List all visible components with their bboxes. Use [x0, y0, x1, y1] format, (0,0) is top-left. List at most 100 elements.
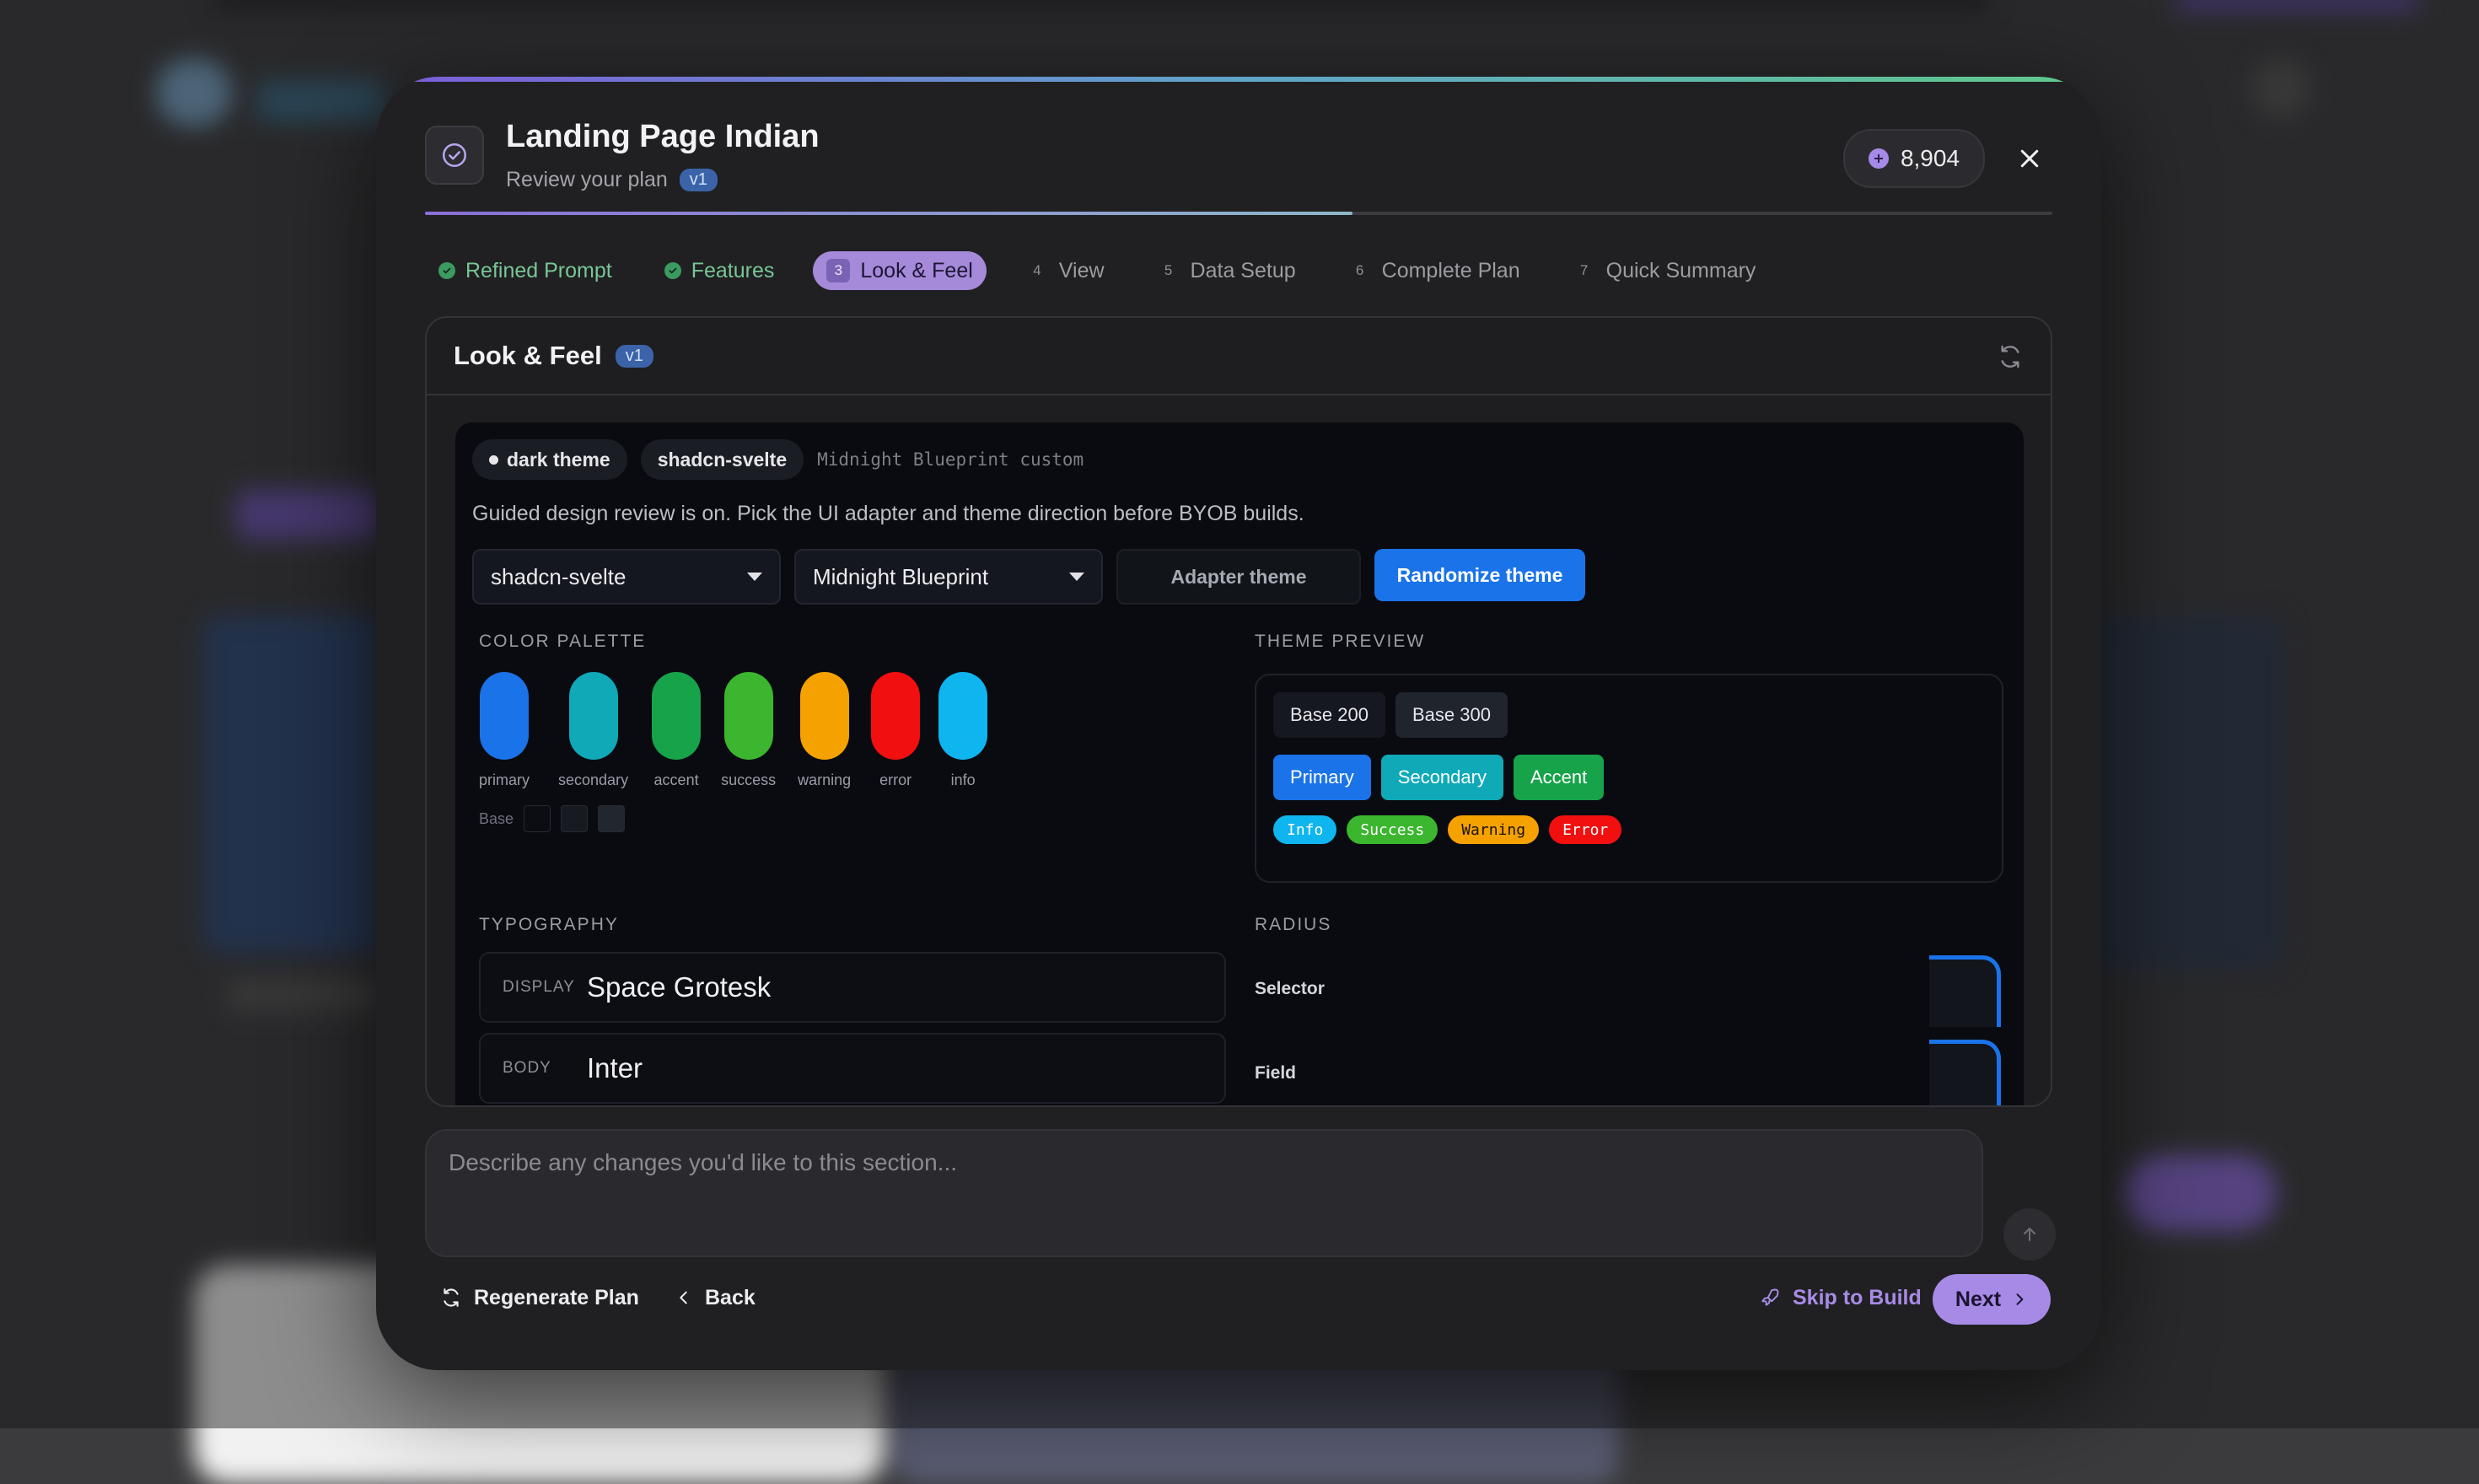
font-name: Space Grotesk — [587, 971, 772, 1003]
swatch-name: success — [721, 772, 777, 788]
credits-value: 8,904 — [1900, 145, 1960, 171]
body-font-row[interactable]: BODY Inter — [479, 1033, 1226, 1104]
next-button[interactable]: Next — [1933, 1274, 2051, 1325]
base-color-swatch[interactable] — [561, 805, 589, 832]
radius-label: RADIUS — [1255, 915, 1332, 934]
close-icon — [2020, 149, 2039, 168]
swatch-primary[interactable]: primary — [479, 672, 530, 789]
step-label: Complete Plan — [1381, 258, 1520, 282]
display-font-row[interactable]: DISPLAY Space Grotesk — [479, 952, 1226, 1023]
swatch-color — [799, 672, 849, 760]
modal-accent-line — [376, 77, 2101, 82]
next-label: Next — [1955, 1287, 2002, 1311]
step-number: 5 — [1164, 262, 1173, 278]
theme-mode-label: dark theme — [507, 448, 610, 470]
radius-field-preview[interactable] — [1929, 1040, 2001, 1105]
swatch-accent[interactable]: accent — [652, 672, 702, 789]
randomize-theme-button[interactable]: Randomize theme — [1374, 549, 1585, 601]
plan-review-modal: Landing Page Indian Review your plan v1 … — [376, 77, 2101, 1370]
check-icon — [438, 262, 455, 279]
skip-to-build-button[interactable]: Skip to Build — [1759, 1272, 1922, 1323]
swatch-secondary[interactable]: secondary — [558, 672, 628, 789]
swatch-error[interactable]: error — [871, 672, 921, 789]
swatch-name: accent — [653, 772, 699, 788]
send-button[interactable] — [2003, 1208, 2056, 1261]
theme-mode-tag: dark theme — [472, 439, 627, 480]
font-name: Inter — [587, 1052, 643, 1083]
skip-label: Skip to Build — [1793, 1285, 1922, 1309]
swatch-color — [568, 672, 618, 760]
modal-title: Landing Page Indian — [506, 119, 820, 154]
regenerate-label: Regenerate Plan — [474, 1285, 639, 1309]
check-icon — [664, 262, 681, 279]
step-tab-3[interactable]: 3 Look & Feel — [813, 251, 987, 290]
step-tab-1[interactable]: Refined Prompt — [425, 251, 626, 290]
close-button[interactable] — [2008, 137, 2051, 180]
preview-info-badge: Info — [1273, 815, 1337, 844]
step-number: 7 — [1579, 262, 1589, 278]
swatch-name: info — [950, 772, 976, 788]
step-tab-5[interactable]: 5 Data Setup — [1143, 251, 1309, 290]
step-progress-fill — [425, 212, 1353, 215]
preview-primary-button[interactable]: Primary — [1273, 755, 1371, 800]
theme-editor: dark theme shadcn-svelte Midnight Bluepr… — [455, 422, 2024, 1105]
step-number: 4 — [1033, 262, 1041, 278]
section-title: Look & Feel — [454, 341, 602, 370]
radius-field-label: Field — [1255, 1063, 1297, 1083]
swatch-name: primary — [479, 772, 530, 788]
plan-check-icon — [425, 126, 484, 185]
adapter-tag-label: shadcn-svelte — [657, 448, 788, 470]
section-version-badge: v1 — [615, 344, 653, 368]
preview-secondary-button[interactable]: Secondary — [1380, 755, 1503, 800]
preview-base-200: Base 200 — [1273, 692, 1385, 738]
chevron-down-icon — [1069, 573, 1084, 581]
step-tab-6[interactable]: 6 Complete Plan — [1335, 251, 1534, 290]
adapter-select-value: shadcn-svelte — [491, 563, 626, 589]
radius-selector-preview[interactable] — [1929, 955, 2001, 1027]
typography-label: TYPOGRAPHY — [479, 915, 619, 934]
step-label: Look & Feel — [860, 258, 973, 282]
dot-icon — [489, 454, 498, 465]
step-label: Features — [691, 258, 775, 282]
swatch-info[interactable]: info — [938, 672, 988, 789]
swatch-color — [723, 672, 773, 760]
step-label: Refined Prompt — [465, 258, 612, 282]
swatch-name: warning — [798, 772, 852, 788]
preview-accent-button[interactable]: Accent — [1513, 755, 1605, 800]
radius-selector-label: Selector — [1255, 979, 1325, 998]
font-kind: BODY — [503, 1059, 551, 1077]
theme-tags: dark theme shadcn-svelte Midnight Bluepr… — [472, 439, 1084, 480]
base-color-swatch[interactable] — [598, 805, 626, 832]
arrow-up-icon — [2024, 1228, 2035, 1241]
swatch-color — [938, 672, 988, 760]
step-tab-2[interactable]: Features — [651, 251, 788, 290]
step-tab-7[interactable]: 7 Quick Summary — [1559, 251, 1770, 290]
step-number: 3 — [826, 259, 851, 282]
color-palette-label: COLOR PALETTE — [479, 632, 647, 651]
swatch-name: error — [879, 772, 912, 788]
refresh-icon — [2001, 345, 2019, 368]
version-badge: v1 — [679, 169, 718, 191]
theme-select[interactable]: Midnight Blueprint — [794, 549, 1103, 605]
swatch-success[interactable]: success — [721, 672, 776, 789]
swatch-color — [652, 672, 702, 760]
rocket-icon — [1761, 1288, 1779, 1306]
change-request-input[interactable]: Describe any changes you'd like to this … — [425, 1129, 1983, 1257]
refresh-section-button[interactable] — [1997, 343, 2024, 370]
regenerate-plan-button[interactable]: Regenerate Plan — [440, 1272, 639, 1323]
preview-warning-badge: Warning — [1448, 815, 1540, 844]
adapter-theme-button[interactable]: Adapter theme — [1116, 549, 1361, 605]
theme-preview-label: THEME PREVIEW — [1255, 632, 1426, 651]
adapter-tag: shadcn-svelte — [640, 439, 804, 480]
back-button[interactable]: Back — [675, 1272, 756, 1323]
refresh-icon — [444, 1288, 459, 1307]
color-palette: primary secondary accent success warning erro… — [479, 672, 988, 789]
base-color-swatch[interactable] — [524, 805, 551, 832]
font-kind: DISPLAY — [503, 978, 575, 996]
swatch-warning[interactable]: warning — [798, 672, 851, 789]
credit-coin-icon — [1868, 148, 1889, 169]
step-label: View — [1058, 258, 1105, 282]
step-label: Data Setup — [1190, 258, 1296, 282]
adapter-select[interactable]: shadcn-svelte — [472, 549, 781, 605]
step-tab-4[interactable]: 4 View — [1012, 251, 1118, 290]
